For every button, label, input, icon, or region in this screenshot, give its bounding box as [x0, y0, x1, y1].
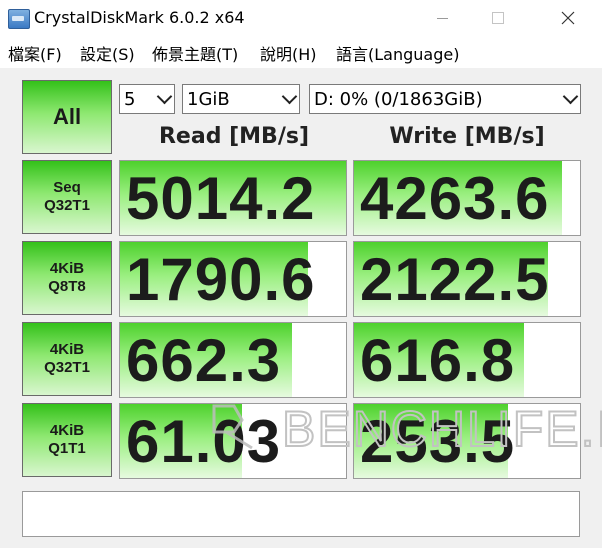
- size-select[interactable]: 1GiB: [182, 84, 300, 114]
- chevron-down-icon: [279, 88, 299, 105]
- minimize-button[interactable]: [419, 0, 465, 36]
- write-result: 2122.5: [353, 241, 581, 317]
- maximize-button[interactable]: [475, 0, 521, 36]
- menu-help[interactable]: 說明(H): [260, 41, 317, 65]
- write-value: 2122.5: [360, 246, 550, 313]
- read-value: 662.3: [126, 327, 282, 394]
- write-result: 253.5: [353, 403, 581, 479]
- comment-field[interactable]: [22, 491, 580, 537]
- all-button[interactable]: All: [22, 80, 112, 154]
- read-result: 5014.2: [119, 160, 347, 236]
- window-title: CrystalDiskMark 6.0.2 x64: [34, 8, 245, 27]
- test-label-line1: 4KiB: [49, 260, 85, 277]
- count-select[interactable]: 5: [119, 84, 175, 114]
- menu-language[interactable]: 語言(Language): [336, 41, 459, 65]
- read-value: 61.03: [126, 408, 282, 475]
- test-label-line1: 4KiB: [49, 422, 85, 439]
- read-value: 1790.6: [126, 246, 316, 313]
- title-bar: CrystalDiskMark 6.0.2 x64: [0, 0, 602, 36]
- write-result: 4263.6: [353, 160, 581, 236]
- read-value: 5014.2: [126, 165, 316, 232]
- write-value: 253.5: [360, 408, 516, 475]
- write-value: 616.8: [360, 327, 516, 394]
- count-value: 5: [124, 88, 136, 110]
- app-icon: [8, 9, 30, 29]
- test-button-4kib-q32t1[interactable]: 4KiB Q32T1: [22, 322, 112, 396]
- chevron-down-icon: [154, 88, 174, 105]
- menu-theme[interactable]: 佈景主題(T): [152, 41, 238, 65]
- drive-value: D: 0% (0/1863GiB): [314, 88, 483, 110]
- maximize-icon: [492, 12, 504, 24]
- close-button[interactable]: [545, 0, 591, 36]
- chevron-down-icon: [560, 88, 580, 105]
- test-label-line1: 4KiB: [49, 341, 85, 358]
- test-label-line2: Q1T1: [48, 440, 86, 457]
- test-button-4kib-q8t8[interactable]: 4KiB Q8T8: [22, 241, 112, 315]
- read-header: Read [MB/s]: [158, 124, 309, 149]
- test-button-seq-q32t1[interactable]: Seq Q32T1: [22, 160, 112, 234]
- minimize-icon: [436, 17, 448, 19]
- read-result: 662.3: [119, 322, 347, 398]
- test-button-4kib-q1t1[interactable]: 4KiB Q1T1: [22, 403, 112, 477]
- test-label-line2: Q32T1: [44, 197, 90, 214]
- all-button-label: All: [52, 103, 82, 129]
- drive-select[interactable]: D: 0% (0/1863GiB): [309, 84, 581, 114]
- read-result: 1790.6: [119, 241, 347, 317]
- menu-bar: 檔案(F) 設定(S) 佈景主題(T) 說明(H) 語言(Language): [0, 36, 602, 68]
- close-icon: [561, 11, 575, 25]
- menu-settings[interactable]: 設定(S): [80, 41, 135, 65]
- write-result: 616.8: [353, 322, 581, 398]
- menu-file[interactable]: 檔案(F): [8, 41, 62, 65]
- test-label-line1: Seq: [53, 179, 81, 196]
- size-value: 1GiB: [187, 88, 230, 110]
- test-label-line2: Q32T1: [44, 359, 90, 376]
- test-label-line2: Q8T8: [48, 278, 86, 295]
- write-value: 4263.6: [360, 165, 550, 232]
- read-result: 61.03: [119, 403, 347, 479]
- write-header: Write [MB/s]: [389, 124, 545, 149]
